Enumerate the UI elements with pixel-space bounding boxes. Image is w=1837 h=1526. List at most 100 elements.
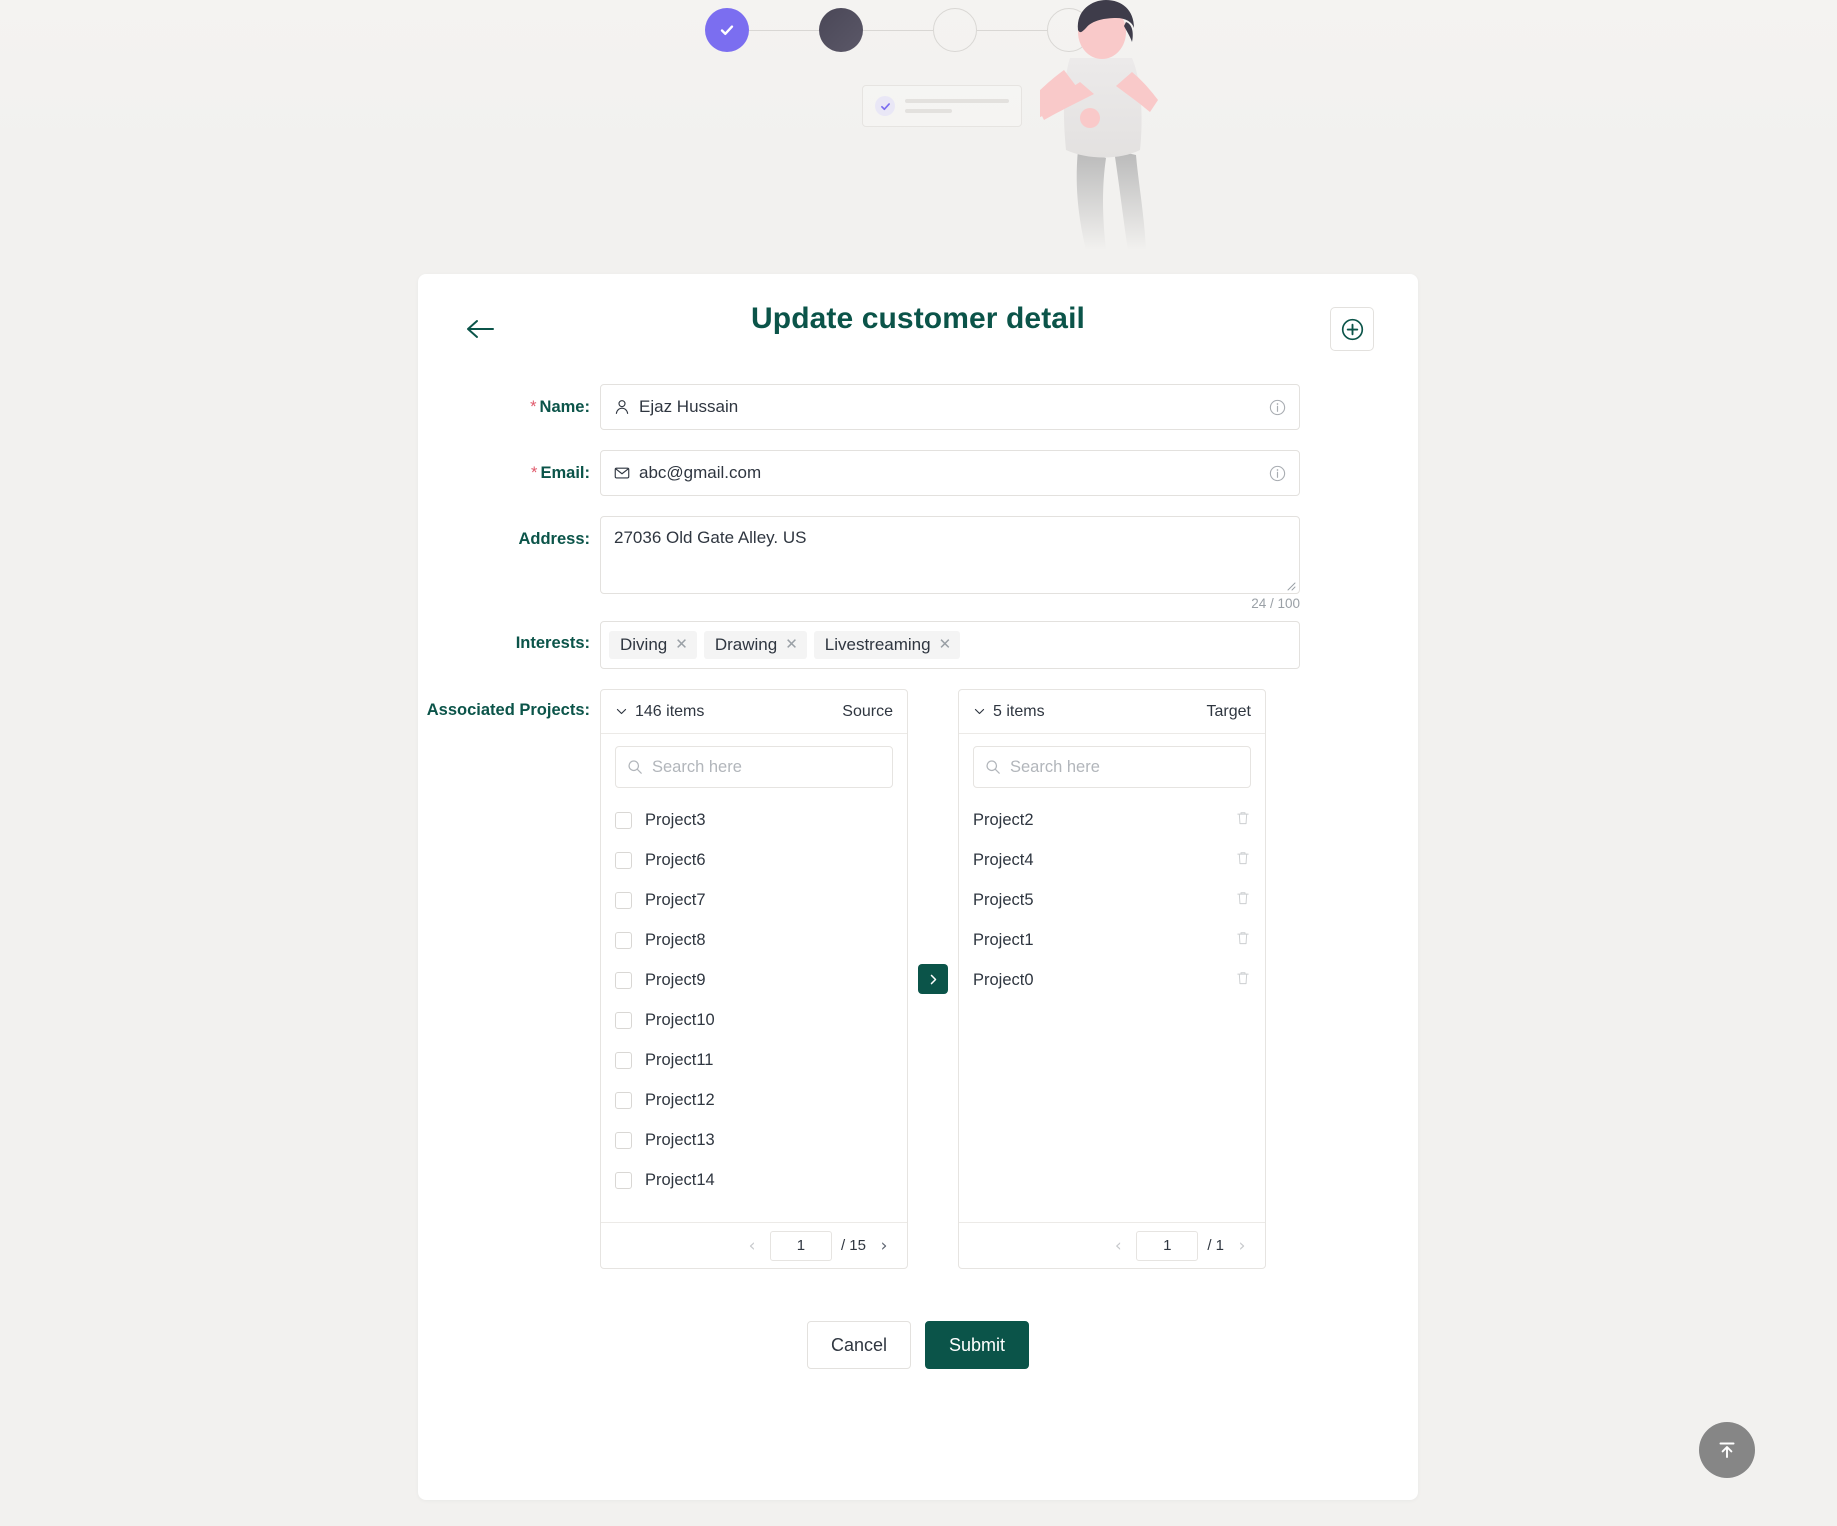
- add-button[interactable]: [1330, 307, 1374, 351]
- checkbox[interactable]: [615, 1131, 632, 1149]
- trash-icon[interactable]: [1235, 810, 1251, 831]
- source-item-list[interactable]: Project3 Project6 Project7 Project8 Proj…: [601, 796, 907, 1222]
- interest-tag[interactable]: Drawing ✕: [703, 631, 807, 659]
- checkbox[interactable]: [615, 891, 632, 909]
- stepper-step-3[interactable]: [933, 8, 977, 52]
- source-search-input[interactable]: Search here: [615, 746, 893, 788]
- checkbox[interactable]: [615, 1051, 632, 1069]
- stepper-step-2[interactable]: [819, 8, 863, 52]
- checkbox[interactable]: [615, 931, 632, 949]
- email-input[interactable]: abc@gmail.com: [600, 450, 1300, 496]
- list-item[interactable]: Project2: [959, 800, 1265, 840]
- email-input-value: abc@gmail.com: [639, 463, 762, 482]
- move-to-target-button[interactable]: [918, 964, 948, 994]
- info-icon[interactable]: [1268, 398, 1287, 417]
- interest-tag[interactable]: Livestreaming ✕: [813, 631, 961, 659]
- target-pagination: ‹ 1 / 1 ›: [959, 1222, 1265, 1268]
- page-title: Update customer detail: [751, 302, 1085, 335]
- checkbox[interactable]: [615, 811, 632, 829]
- list-item[interactable]: Project10: [601, 1000, 907, 1040]
- interest-tag-label: Livestreaming: [824, 635, 931, 654]
- progress-stepper: [705, 8, 1091, 52]
- checkbox[interactable]: [615, 1091, 632, 1109]
- checkbox[interactable]: [615, 1011, 632, 1029]
- list-item-label: Project7: [645, 890, 706, 909]
- list-item-label: Project13: [645, 1130, 715, 1149]
- close-icon[interactable]: ✕: [785, 637, 798, 652]
- list-item[interactable]: Project3: [601, 800, 907, 840]
- stepper-step-1[interactable]: [705, 8, 749, 52]
- scroll-to-top-button[interactable]: [1699, 1422, 1755, 1478]
- name-input-value: Ejaz Hussain: [639, 397, 739, 416]
- form-row-name: * Name: Ejaz Hussain: [418, 384, 1418, 430]
- list-item[interactable]: Project12: [601, 1080, 907, 1120]
- chevron-left-icon[interactable]: ‹: [743, 1236, 761, 1256]
- list-item[interactable]: Project6: [601, 840, 907, 880]
- transfer-controls: [908, 689, 958, 1269]
- list-item-label: Project14: [645, 1170, 715, 1189]
- chevron-left-icon[interactable]: ‹: [1109, 1236, 1127, 1256]
- trash-icon[interactable]: [1235, 850, 1251, 871]
- search-icon: [986, 760, 1000, 774]
- list-item-label: Project11: [645, 1050, 714, 1069]
- chevron-right-icon: [930, 974, 936, 984]
- checkbox[interactable]: [615, 1171, 632, 1189]
- list-item[interactable]: Project7: [601, 880, 907, 920]
- transfer-target-panel: 5 items Target Search here Project2 Proj…: [958, 689, 1266, 1269]
- chevron-down-icon: [974, 708, 985, 715]
- address-field-wrap: 27036 Old Gate Alley. US 24 / 100: [600, 516, 1418, 611]
- list-item[interactable]: Project1: [959, 920, 1265, 960]
- address-textarea[interactable]: 27036 Old Gate Alley. US: [600, 516, 1300, 594]
- interests-tag-input[interactable]: Diving ✕ Drawing ✕ Livestreaming ✕: [600, 621, 1300, 669]
- resize-handle-icon[interactable]: [1284, 579, 1296, 591]
- target-page-total: / 1: [1207, 1237, 1224, 1254]
- target-search-input[interactable]: Search here: [973, 746, 1251, 788]
- close-icon[interactable]: ✕: [939, 637, 952, 652]
- target-item-list[interactable]: Project2 Project4 Project5 Project1 Proj…: [959, 796, 1265, 1222]
- list-item-label: Project9: [645, 970, 706, 989]
- list-item[interactable]: Project5: [959, 880, 1265, 920]
- list-item-label: Project8: [645, 930, 706, 949]
- list-item[interactable]: Project8: [601, 920, 907, 960]
- list-item[interactable]: Project4: [959, 840, 1265, 880]
- required-marker: *: [531, 464, 538, 482]
- source-page-input[interactable]: 1: [769, 1230, 832, 1261]
- list-item[interactable]: Project0: [959, 960, 1265, 1000]
- hero-check-badge: [875, 96, 895, 116]
- list-item-label: Project4: [973, 850, 1034, 869]
- target-panel-header: 5 items Target: [959, 690, 1265, 734]
- name-input[interactable]: Ejaz Hussain: [600, 384, 1300, 430]
- target-count[interactable]: 5 items: [973, 703, 1045, 721]
- check-icon: [720, 25, 734, 35]
- close-icon[interactable]: ✕: [675, 637, 688, 652]
- interest-tag-label: Drawing: [714, 635, 778, 654]
- trash-icon[interactable]: [1235, 970, 1251, 991]
- hero-illustration-band: [0, 0, 1837, 250]
- chevron-right-icon[interactable]: ›: [1233, 1236, 1251, 1256]
- source-count-label: 146 items: [635, 702, 705, 720]
- hero-placeholder-lines: [905, 99, 1009, 113]
- trash-icon[interactable]: [1235, 890, 1251, 911]
- list-item-label: Project10: [645, 1010, 715, 1029]
- checkbox[interactable]: [615, 971, 632, 989]
- list-item[interactable]: Project11: [601, 1040, 907, 1080]
- source-pagination: ‹ 1 / 15 ›: [601, 1222, 907, 1268]
- source-count[interactable]: 146 items: [615, 703, 704, 721]
- associated-projects-label: Associated Projects:: [426, 701, 590, 719]
- list-item[interactable]: Project9: [601, 960, 907, 1000]
- trash-icon[interactable]: [1235, 930, 1251, 951]
- list-item[interactable]: Project14: [601, 1160, 907, 1200]
- target-search-wrap: Search here: [959, 734, 1265, 796]
- chevron-right-icon[interactable]: ›: [875, 1236, 893, 1256]
- list-item[interactable]: Project13: [601, 1120, 907, 1160]
- checkbox[interactable]: [615, 851, 632, 869]
- address-textarea-value: 27036 Old Gate Alley. US: [614, 528, 807, 547]
- name-label: * Name:: [530, 398, 590, 416]
- submit-button[interactable]: Submit: [925, 1321, 1029, 1369]
- target-page-input[interactable]: 1: [1136, 1230, 1199, 1261]
- person-illustration: [1040, 0, 1158, 250]
- form-row-address: Address: 27036 Old Gate Alley. US 24 / 1…: [418, 516, 1418, 611]
- info-icon[interactable]: [1268, 464, 1287, 483]
- interest-tag[interactable]: Diving ✕: [609, 631, 697, 659]
- cancel-button[interactable]: Cancel: [807, 1321, 911, 1369]
